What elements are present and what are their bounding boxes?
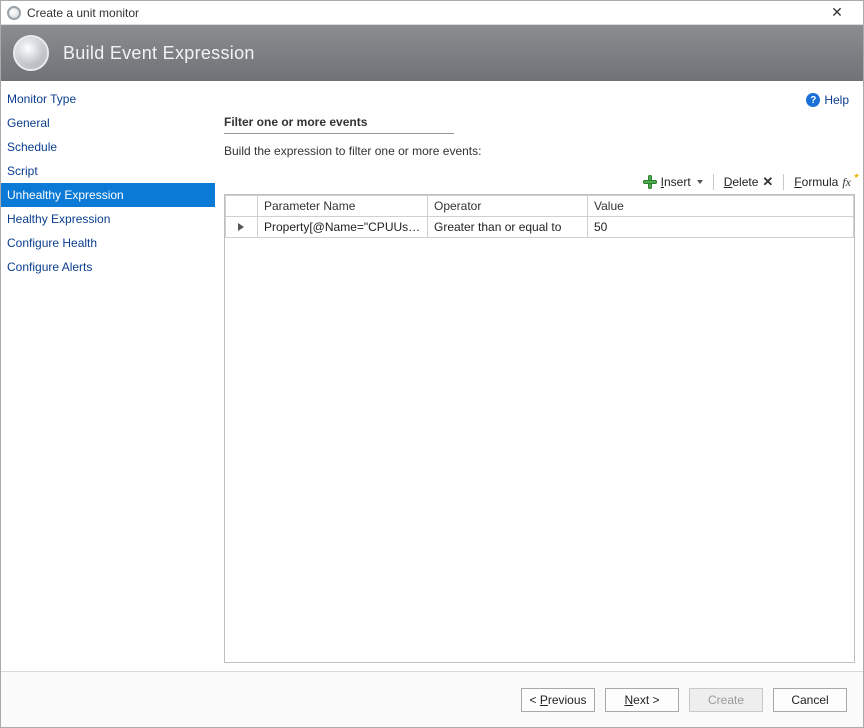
section-title: Filter one or more events [224, 113, 454, 134]
app-icon [7, 6, 21, 20]
triangle-right-icon [238, 223, 244, 231]
wizard-header: Build Event Expression [1, 25, 863, 81]
table-header-row: Parameter Name Operator Value [226, 196, 854, 217]
grid-toolbar: Insert Delete ✕ Formula fx [224, 172, 855, 194]
sidebar-item-unhealthy-expression[interactable]: Unhealthy Expression [1, 183, 215, 207]
sidebar-item-schedule[interactable]: Schedule [1, 135, 215, 159]
wizard-header-icon [13, 35, 49, 71]
create-button: Create [689, 688, 763, 712]
formula-label: Formula [794, 175, 838, 189]
wizard-content: ? Help Filter one or more events Build t… [216, 81, 863, 671]
sidebar-item-healthy-expression[interactable]: Healthy Expression [1, 207, 215, 231]
help-icon: ? [806, 93, 820, 107]
expression-grid: Parameter Name Operator Value Property[@… [224, 194, 855, 663]
delete-label: Delete [724, 175, 759, 189]
plus-icon [643, 175, 657, 189]
row-selector[interactable] [226, 217, 258, 238]
close-button[interactable]: ✕ [817, 4, 857, 21]
window-title: Create a unit monitor [27, 6, 817, 20]
section-subtitle: Build the expression to filter one or mo… [224, 144, 855, 158]
x-icon: ✕ [762, 174, 773, 190]
help-row: ? Help [224, 89, 855, 113]
sidebar-item-monitor-type[interactable]: Monitor Type [1, 87, 215, 111]
cell-value[interactable]: 50 [588, 217, 854, 238]
column-header-operator[interactable]: Operator [428, 196, 588, 217]
cell-parameter[interactable]: Property[@Name="CPUUsage"] [258, 217, 428, 238]
delete-button[interactable]: Delete ✕ [724, 174, 774, 190]
cell-operator[interactable]: Greater than or equal to [428, 217, 588, 238]
expression-table: Parameter Name Operator Value Property[@… [225, 195, 854, 238]
wizard-window: Create a unit monitor ✕ Build Event Expr… [0, 0, 864, 728]
insert-label: Insert [661, 175, 691, 189]
wizard-footer: < Previous Next > Create Cancel [1, 671, 863, 727]
wizard-body: Monitor Type General Schedule Script Unh… [1, 81, 863, 671]
help-link[interactable]: Help [824, 93, 849, 107]
chevron-down-icon [697, 180, 703, 184]
sidebar-item-script[interactable]: Script [1, 159, 215, 183]
sidebar-item-configure-alerts[interactable]: Configure Alerts [1, 255, 215, 279]
insert-button[interactable]: Insert [643, 175, 703, 189]
title-bar: Create a unit monitor ✕ [1, 1, 863, 25]
column-header-value[interactable]: Value [588, 196, 854, 217]
wizard-sidebar: Monitor Type General Schedule Script Unh… [1, 81, 216, 671]
formula-icon: fx [842, 175, 851, 190]
sidebar-item-configure-health[interactable]: Configure Health [1, 231, 215, 255]
toolbar-divider [713, 174, 714, 190]
formula-button[interactable]: Formula fx [794, 175, 851, 190]
cancel-button[interactable]: Cancel [773, 688, 847, 712]
column-header-handle[interactable] [226, 196, 258, 217]
previous-button[interactable]: < Previous [521, 688, 595, 712]
sidebar-item-general[interactable]: General [1, 111, 215, 135]
grid-empty-area [225, 238, 854, 662]
table-row[interactable]: Property[@Name="CPUUsage"] Greater than … [226, 217, 854, 238]
toolbar-divider [783, 174, 784, 190]
column-header-parameter[interactable]: Parameter Name [258, 196, 428, 217]
next-button[interactable]: Next > [605, 688, 679, 712]
wizard-header-title: Build Event Expression [63, 43, 255, 64]
